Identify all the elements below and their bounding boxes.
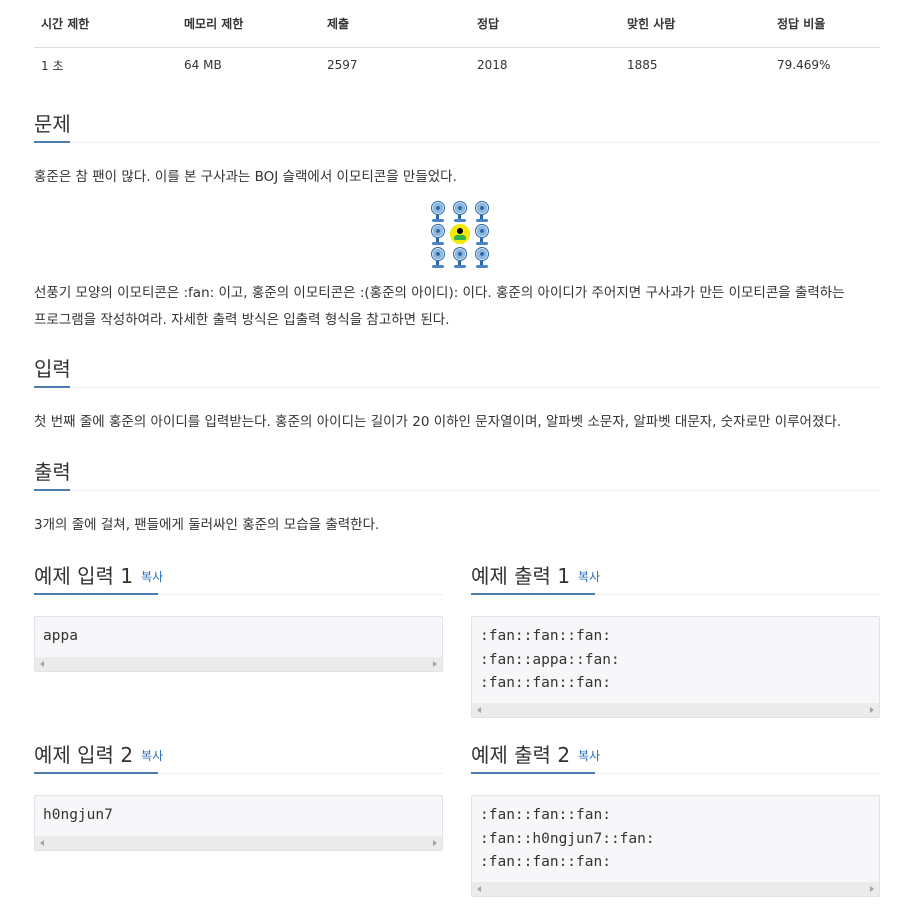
- value-time-limit: 1 초: [41, 58, 64, 73]
- sample-code: appa: [43, 628, 78, 644]
- sample-output-2: 예제 출력 2 복사 :fan::fan::fan: :fan::h0ngjun7…: [471, 737, 880, 897]
- sample-title: 예제 입력 1 복사: [34, 560, 163, 589]
- problem-page: 시간 제한 메모리 제한 제출 정답 맞힌 사람 정답 비율 1 초 64 MB…: [34, 0, 880, 897]
- scroll-right-icon[interactable]: [870, 886, 874, 892]
- sample-code-box[interactable]: h0ngjun7: [34, 795, 443, 851]
- sample-headline: 예제 출력 1 복사: [471, 558, 880, 595]
- input-description: 첫 번째 줄에 홍준의 아이디를 입력받는다. 홍준의 아이디는 길이가 20 …: [34, 414, 842, 430]
- fan-icon: [471, 200, 493, 223]
- copy-button[interactable]: 복사: [578, 570, 600, 584]
- sample-code-box[interactable]: :fan::fan::fan: :fan::appa::fan: :fan::f…: [471, 616, 880, 718]
- sample-code: :fan::fan::fan: :fan::h0ngjun7::fan: :fa…: [480, 807, 655, 870]
- value-ratio: 79.469%: [777, 58, 831, 72]
- fan-icon: [471, 246, 493, 269]
- value-submissions: 2597: [327, 58, 358, 72]
- horizontal-scrollbar[interactable]: [472, 703, 879, 717]
- scroll-left-icon[interactable]: [477, 886, 481, 892]
- sample-headline: 예제 입력 2 복사: [34, 737, 443, 774]
- fan-icon: [427, 246, 449, 269]
- problem-body-line: 선풍기 모양의 이모티콘은 :fan: 이고, 홍준의 이모티콘은 :(홍준의 …: [34, 285, 845, 301]
- problem-headline: 문제: [34, 102, 880, 143]
- horizontal-scrollbar[interactable]: [35, 657, 442, 671]
- headline-underline: [34, 489, 70, 491]
- copy-button[interactable]: 복사: [578, 749, 600, 763]
- header-ratio: 정답 비율: [770, 0, 880, 48]
- problem-title: 문제: [34, 112, 71, 136]
- output-title: 출력: [34, 460, 71, 484]
- fan-icon: [449, 246, 471, 269]
- output-headline: 출력: [34, 450, 880, 491]
- scroll-left-icon[interactable]: [40, 661, 44, 667]
- info-header-row: 시간 제한 메모리 제한 제출 정답 맞힌 사람 정답 비율: [34, 0, 880, 48]
- horizontal-scrollbar[interactable]: [35, 836, 442, 850]
- headline-underline: [471, 593, 595, 595]
- header-memory-limit: 메모리 제한: [177, 0, 320, 48]
- header-time-limit: 시간 제한: [34, 0, 177, 48]
- horizontal-scrollbar[interactable]: [472, 882, 879, 896]
- headline-underline: [34, 141, 70, 143]
- fan-icon: [427, 200, 449, 223]
- info-value-row: 1 초 64 MB 2597 2018 1885 79.469%: [34, 48, 880, 83]
- sample-title-text: 예제 출력 1: [471, 564, 571, 588]
- sample-output-1: 예제 출력 1 복사 :fan::fan::fan: :fan::appa::fa…: [471, 558, 880, 718]
- sample-code: :fan::fan::fan: :fan::appa::fan: :fan::f…: [480, 628, 620, 691]
- scroll-right-icon[interactable]: [870, 707, 874, 713]
- header-submissions: 제출: [320, 0, 470, 48]
- problem-section: 문제: [34, 102, 880, 143]
- sample-title: 예제 입력 2 복사: [34, 739, 163, 768]
- fan-icon: [471, 223, 493, 246]
- sample-title-text: 예제 출력 2: [471, 743, 571, 767]
- hongjun-face-icon: [449, 223, 471, 246]
- sample-title-text: 예제 입력 1: [34, 564, 134, 588]
- header-accepted: 정답: [470, 0, 620, 48]
- sample-title-text: 예제 입력 2: [34, 743, 134, 767]
- sample-input-2: 예제 입력 2 복사 h0ngjun7: [34, 737, 443, 851]
- headline-underline: [34, 772, 158, 774]
- fan-icon: [427, 223, 449, 246]
- sample-headline: 예제 입력 1 복사: [34, 558, 443, 595]
- headline-underline: [471, 772, 595, 774]
- value-accepted: 2018: [477, 58, 508, 72]
- scroll-right-icon[interactable]: [433, 840, 437, 846]
- output-description: 3개의 줄에 걸쳐, 팬들에게 둘러싸인 홍준의 모습을 출력한다.: [34, 517, 380, 533]
- sample-input-1: 예제 입력 1 복사 appa: [34, 558, 443, 672]
- sample-title: 예제 출력 2 복사: [471, 739, 600, 768]
- sample-code-box[interactable]: :fan::fan::fan: :fan::h0ngjun7::fan: :fa…: [471, 795, 880, 897]
- sample-headline: 예제 출력 2 복사: [471, 737, 880, 774]
- emoji-grid: [427, 200, 493, 269]
- input-title: 입력: [34, 357, 71, 381]
- copy-button[interactable]: 복사: [141, 749, 163, 763]
- problem-body: 선풍기 모양의 이모티콘은 :fan: 이고, 홍준의 이모티콘은 :(홍준의 …: [34, 280, 880, 334]
- scroll-left-icon[interactable]: [40, 840, 44, 846]
- sample-title: 예제 출력 1 복사: [471, 560, 600, 589]
- scroll-right-icon[interactable]: [433, 661, 437, 667]
- headline-underline: [34, 593, 158, 595]
- scroll-left-icon[interactable]: [477, 707, 481, 713]
- value-solvers: 1885: [627, 58, 658, 72]
- sample-code-box[interactable]: appa: [34, 616, 443, 672]
- output-section: 출력: [34, 450, 880, 491]
- headline-underline: [34, 386, 70, 388]
- input-section: 입력: [34, 347, 880, 388]
- sample-code: h0ngjun7: [43, 807, 113, 823]
- input-headline: 입력: [34, 347, 880, 388]
- problem-info-table: 시간 제한 메모리 제한 제출 정답 맞힌 사람 정답 비율 1 초 64 MB…: [34, 0, 880, 82]
- copy-button[interactable]: 복사: [141, 570, 163, 584]
- fan-icon: [449, 200, 471, 223]
- problem-body-line: 프로그램을 작성하여라. 자세한 출력 방식은 입출력 형식을 참고하면 된다.: [34, 312, 450, 328]
- header-solvers: 맞힌 사람: [620, 0, 770, 48]
- value-memory-limit: 64 MB: [184, 58, 222, 72]
- problem-intro: 홍준은 참 팬이 많다. 이를 본 구사과는 BOJ 슬랙에서 이모티콘을 만들…: [34, 169, 457, 185]
